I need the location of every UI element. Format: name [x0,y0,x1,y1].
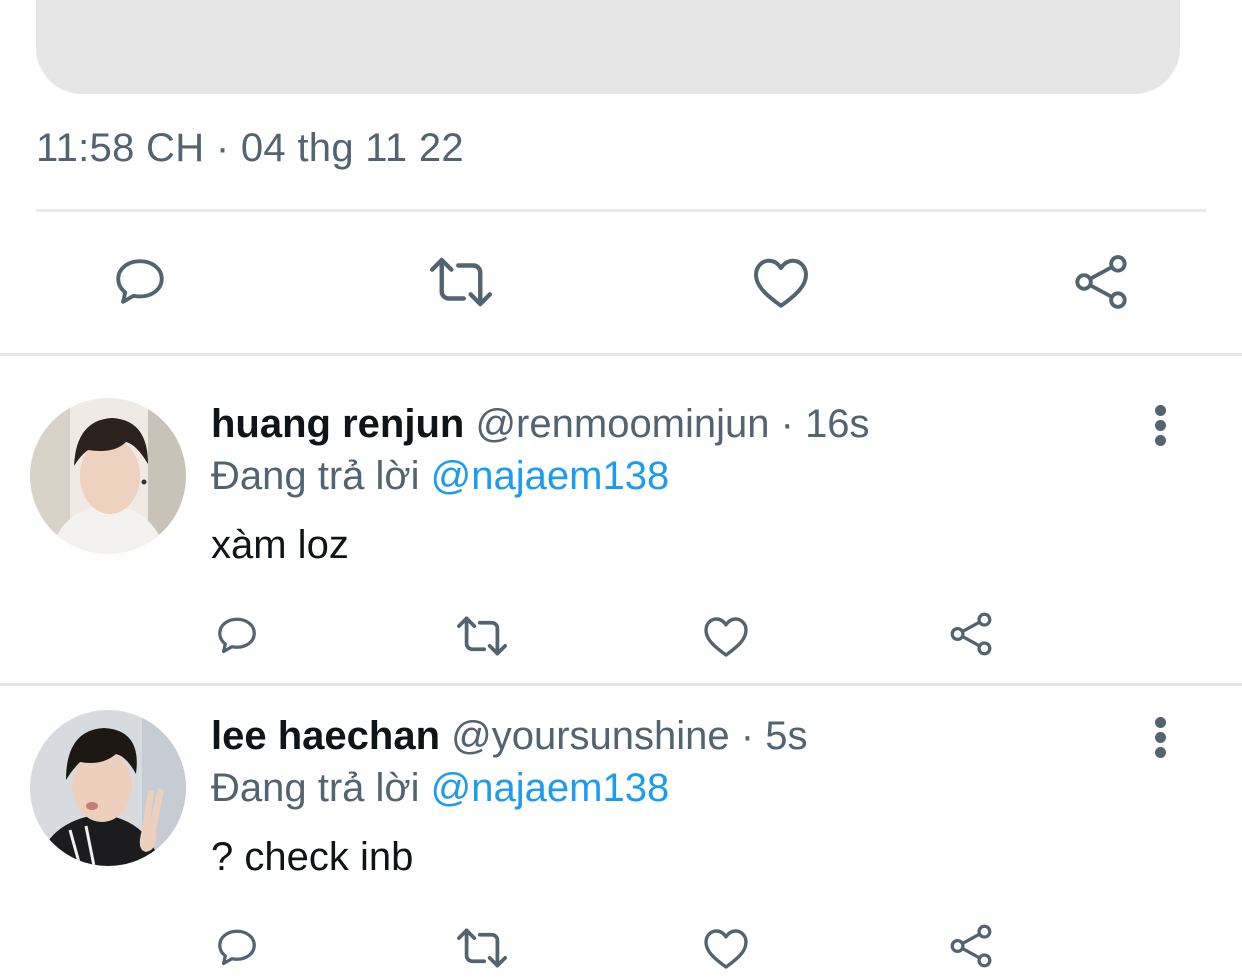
avatar[interactable] [30,398,186,554]
user-name[interactable]: huang renjun [211,402,464,446]
user-handle[interactable]: @renmoominjun [475,402,769,446]
separator: · [729,714,766,758]
user-name[interactable]: lee haechan [211,714,440,758]
replying-to: Đang trả lời @najaem138 [211,452,669,500]
like-icon[interactable] [702,614,750,658]
reply-time: 16s [805,402,870,446]
user-handle[interactable]: @yoursunshine [451,714,730,758]
replying-to: Đang trả lời @najaem138 [211,764,669,812]
reply-icon[interactable] [214,612,260,658]
reply-header: lee haechan @yoursunshine · 5s [211,712,807,760]
divider [0,683,1242,686]
reply-icon[interactable] [111,252,169,310]
retweet-icon[interactable] [428,254,494,310]
share-icon[interactable] [947,611,995,657]
reply-icon[interactable] [214,924,260,970]
share-icon[interactable] [947,923,995,969]
tweet-timestamp: 11:58 CH · 04 thg 11 22 [36,126,464,170]
replying-label: Đang trả lời [211,454,420,498]
reply-time: 5s [765,714,808,758]
like-icon[interactable] [702,926,750,970]
share-icon[interactable] [1071,253,1131,311]
more-options-icon[interactable] [1155,717,1167,759]
mention-link[interactable]: @najaem138 [431,766,670,810]
like-icon[interactable] [751,254,811,310]
divider [0,353,1242,356]
replying-label: Đang trả lời [211,766,420,810]
reply-text: xàm loz [211,523,349,567]
retweet-icon[interactable] [455,926,509,970]
mention-link[interactable]: @najaem138 [431,454,670,498]
retweet-icon[interactable] [455,614,509,658]
divider [36,209,1206,212]
separator: · [769,402,806,446]
reply-text: ? check inb [211,835,414,879]
tweet-media-card[interactable] [36,0,1180,94]
more-options-icon[interactable] [1155,405,1167,447]
reply-header: huang renjun @renmoominjun · 16s [211,400,870,448]
avatar[interactable] [30,710,186,866]
